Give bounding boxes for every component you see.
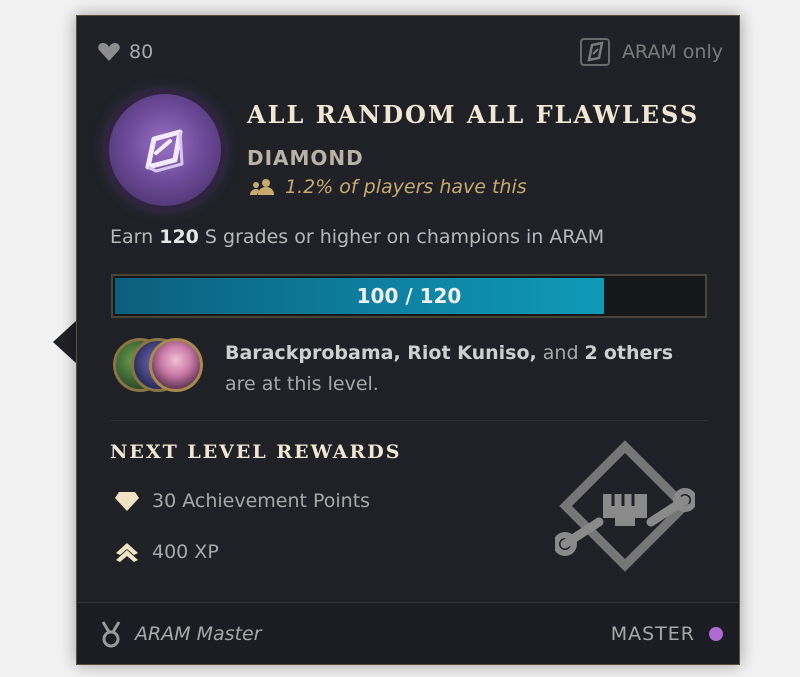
friend-names: Barackprobama, Riot Kuniso, [225,342,537,364]
aram-master-crest-icon [555,440,695,572]
description-post: S grades or higher on champions in ARAM [198,226,605,248]
tooltip-footer: ARAM Master MASTER [77,602,739,664]
progress-label: 100 / 120 [356,284,462,308]
aram-crystal-emblem-icon [145,129,184,173]
reward-label: 30 Achievement Points [152,490,371,512]
friend-avatar[interactable] [149,338,203,392]
tooltip-pointer [53,320,77,364]
rewards-heading: NEXT LEVEL REWARDS [110,441,402,463]
next-tier-label: MASTER [610,622,695,645]
progress-bar: 100 / 120 [111,274,707,318]
reward-item-xp: 400 XP [114,541,219,563]
description-count: 120 [159,226,199,248]
achievement-tier: DIAMOND [247,146,364,170]
friends-others-word: others [603,342,674,364]
aram-crystal-icon [579,38,610,66]
friends-avatars[interactable] [113,338,203,392]
mode-restriction: ARAM only [578,36,723,68]
rarity-line: 1.2% of players have this [249,176,527,198]
friends-at-level: Barackprobama, Riot Kuniso, and 2 others… [225,338,695,400]
diamond-points-icon [115,492,139,511]
tooltip-stage: 80 ARAM only ALL RANDOM ALL FLAWLESS DIA… [0,0,800,677]
reward-item-points: 30 Achievement Points [114,490,370,512]
friends-and: and [536,342,585,364]
reward-label: 400 XP [152,541,219,563]
medal-icon [101,620,121,647]
title-reward: ARAM Master [99,620,262,648]
heart-points-icon [98,43,120,61]
friends-others-count: 2 [584,342,598,364]
players-icon [250,179,274,195]
points-value: 80 [129,41,154,63]
achievement-title: ALL RANDOM ALL FLAWLESS [247,100,700,129]
mode-label: ARAM only [621,41,723,63]
tier-color-dot [709,626,723,641]
achievement-tooltip: 80 ARAM only ALL RANDOM ALL FLAWLESS DIA… [76,15,740,665]
friends-suffix: are at this level. [225,373,379,395]
rarity-text: 1.2% of players have this [285,176,527,198]
achievement-emblem [109,94,221,206]
xp-chevron-icon [116,543,138,562]
section-divider [110,420,707,421]
next-tier: MASTER [611,623,723,645]
description-pre: Earn [110,226,160,248]
points-indicator: 80 [97,41,153,63]
header-row: 80 ARAM only [97,38,723,66]
achievement-description: Earn 120 S grades or higher on champions… [110,226,604,248]
title-name: ARAM Master [135,622,262,645]
